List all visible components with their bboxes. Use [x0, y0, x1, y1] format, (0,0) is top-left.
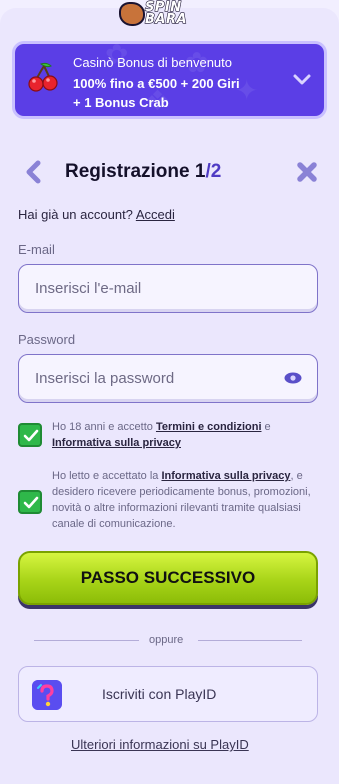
checkmark-icon [23, 496, 39, 509]
email-field[interactable] [18, 264, 318, 313]
divider-text: oppure [149, 634, 184, 646]
chevron-down-icon[interactable] [292, 72, 312, 88]
marketing-consent-checkbox[interactable] [18, 490, 42, 514]
logo-text: SPIN BARA [144, 0, 188, 27]
playid-label: Iscriviti con PlayID [102, 686, 217, 702]
privacy-link[interactable]: Informativa sulla privacy [52, 437, 181, 449]
password-label: Password [18, 332, 76, 347]
privacy-link-2[interactable]: Informativa sulla privacy [161, 470, 290, 482]
divider-left [34, 640, 139, 641]
terms-link[interactable]: Termini e condizioni [156, 421, 262, 433]
email-label: E-mail [18, 242, 55, 257]
playid-icon [32, 680, 62, 710]
age-terms-checkbox[interactable] [18, 423, 42, 447]
page-title: Registrazione 1/2 [65, 161, 222, 182]
close-icon[interactable] [296, 161, 318, 183]
login-prompt: Hai già un account? Accedi [18, 207, 175, 222]
divider-right [198, 640, 302, 641]
checkmark-icon [23, 429, 39, 442]
playid-more-info-link[interactable]: Ulteriori informazioni su PlayID [71, 737, 249, 752]
login-link[interactable]: Accedi [136, 207, 175, 222]
playid-signup-button[interactable]: Iscriviti con PlayID [18, 666, 318, 722]
spinbara-logo: SPIN BARA [115, 0, 225, 30]
bonus-offer-line1: 100% fino a €500 + 200 Giri [73, 76, 240, 91]
password-field[interactable] [18, 354, 318, 403]
eye-icon[interactable] [284, 372, 302, 384]
age-terms-text: Ho 18 anni e accetto Termini e condizion… [52, 421, 271, 449]
bonus-offer-line2: + 1 Bonus Crab [73, 95, 169, 110]
welcome-bonus-banner[interactable]: ✿ ✦ ❖ ✿ Casinò Bonus di benvenuto 100% f… [12, 41, 327, 119]
marketing-consent-text: Ho letto e accettato la Informativa sull… [52, 470, 311, 530]
cherries-icon [28, 62, 58, 92]
next-step-button[interactable]: PASSO SUCCESSIVO [18, 551, 318, 605]
step-header: Registrazione 1/2 [18, 158, 318, 188]
capybara-mascot-icon [119, 2, 145, 26]
chevron-left-icon[interactable] [24, 160, 42, 184]
bonus-title: Casinò Bonus di benvenuto [73, 55, 233, 70]
login-prompt-text: Hai già un account? [18, 207, 133, 222]
